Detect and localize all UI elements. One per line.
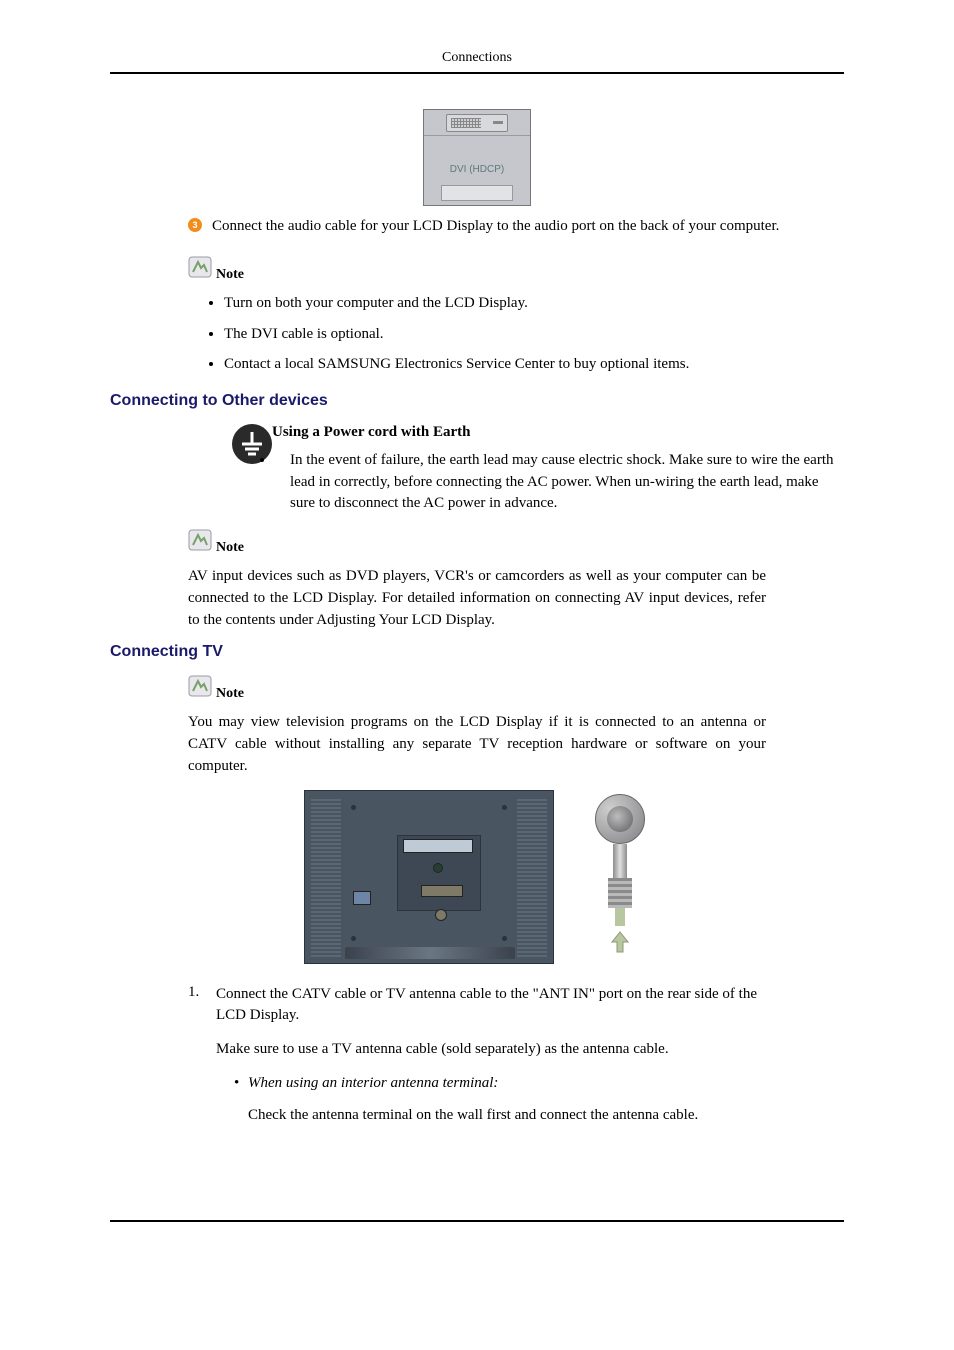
note-icon: [188, 675, 212, 702]
step-number-label: 1.: [188, 984, 216, 1001]
antenna-connector-icon: [608, 878, 632, 908]
port-connector-row: [424, 110, 530, 136]
note-icon: [188, 256, 212, 283]
screw-icon: [351, 936, 356, 941]
note-label: Note: [216, 540, 244, 556]
note-block-3: Note: [188, 675, 844, 702]
note-bullets-1: Turn on both your computer and the LCD D…: [208, 293, 844, 376]
earth-body: In the event of failure, the earth lead …: [290, 450, 844, 515]
step-body: Connect the CATV cable or TV antenna cab…: [216, 984, 766, 1127]
port-blank-row: [424, 181, 530, 205]
port-spacer: [424, 136, 530, 158]
step-1-bullet: • When using an interior antenna termina…: [234, 1073, 766, 1095]
header-title: Connections: [442, 50, 512, 65]
earth-title: Using a Power cord with Earth: [272, 422, 844, 444]
port-slot-icon: [403, 839, 473, 853]
step-1-bullet-body: Check the antenna terminal on the wall f…: [248, 1105, 766, 1127]
step-1-bullet-label: When using an interior antenna terminal:: [248, 1073, 498, 1095]
dvi-connector-icon: [446, 114, 508, 132]
tv-rear-panel-figure: [304, 790, 554, 964]
port-box: DVI (HDCP): [423, 109, 531, 206]
port-slot-icon: [421, 885, 463, 897]
bullet-dot-icon: •: [234, 1073, 248, 1095]
antenna-cable-figure: [590, 790, 650, 964]
dvi-port-figure: DVI (HDCP): [423, 109, 531, 206]
ant-in-port-icon: [435, 909, 447, 921]
port-label: DVI (HDCP): [424, 158, 530, 181]
note-bullet-item: Turn on both your computer and the LCD D…: [224, 293, 844, 315]
note-label: Note: [216, 267, 244, 283]
heading-connecting-tv: Connecting TV: [110, 643, 844, 661]
earth-body-wrap: In the event of failure, the earth lead …: [274, 450, 844, 515]
note-bullet-item: The DVI cable is optional.: [224, 324, 844, 346]
note-block-1: Note: [188, 256, 844, 283]
screw-icon: [502, 936, 507, 941]
step-3-row: 3 Connect the audio cable for your LCD D…: [188, 216, 844, 238]
step-3-bullet: 3: [188, 218, 202, 232]
antenna-tip-icon: [615, 908, 625, 926]
page-header: Connections: [110, 50, 844, 74]
note-block-2: Note: [188, 529, 844, 556]
port-slot-icon: [353, 891, 371, 905]
screw-icon: [502, 805, 507, 810]
step-number-icon: 3: [188, 218, 202, 232]
earth-row: Using a Power cord with Earth In the eve…: [230, 422, 844, 515]
footer-rule: [110, 1220, 844, 1222]
note-label: Note: [216, 686, 244, 702]
step-number: 3: [192, 220, 197, 230]
dvi-pins-icon: [451, 118, 481, 128]
tv-intro-paragraph: You may view television programs on the …: [188, 712, 766, 777]
earth-icon: [230, 422, 274, 471]
screw-icon: [351, 805, 356, 810]
note-icon: [188, 529, 212, 556]
note-bullet-item: Contact a local SAMSUNG Electronics Serv…: [224, 354, 844, 376]
antenna-shaft-icon: [613, 844, 627, 878]
tv-figure-row: [110, 790, 844, 964]
step-1-sub: Make sure to use a TV antenna cable (sol…: [216, 1039, 766, 1061]
up-arrow-icon: [610, 930, 630, 959]
bullet-dot-icon: [260, 458, 264, 462]
tv-steps-list: 1. Connect the CATV cable or TV antenna …: [188, 984, 766, 1127]
earth-text-block: Using a Power cord with Earth In the eve…: [274, 422, 844, 515]
dvi-slot-icon: [493, 121, 503, 124]
step-3-text: Connect the audio cable for your LCD Dis…: [212, 216, 779, 238]
step-1-text: Connect the CATV cable or TV antenna cab…: [216, 986, 757, 1024]
antenna-head-icon: [595, 794, 645, 844]
tv-stand-icon: [345, 947, 515, 959]
port-blank-slot-icon: [441, 185, 513, 201]
heading-other-devices: Connecting to Other devices: [110, 392, 844, 410]
port-slot-icon: [433, 863, 443, 873]
antenna-head-inner-icon: [607, 806, 633, 832]
av-paragraph: AV input devices such as DVD players, VC…: [188, 566, 766, 631]
tv-step-1: 1. Connect the CATV cable or TV antenna …: [188, 984, 766, 1127]
